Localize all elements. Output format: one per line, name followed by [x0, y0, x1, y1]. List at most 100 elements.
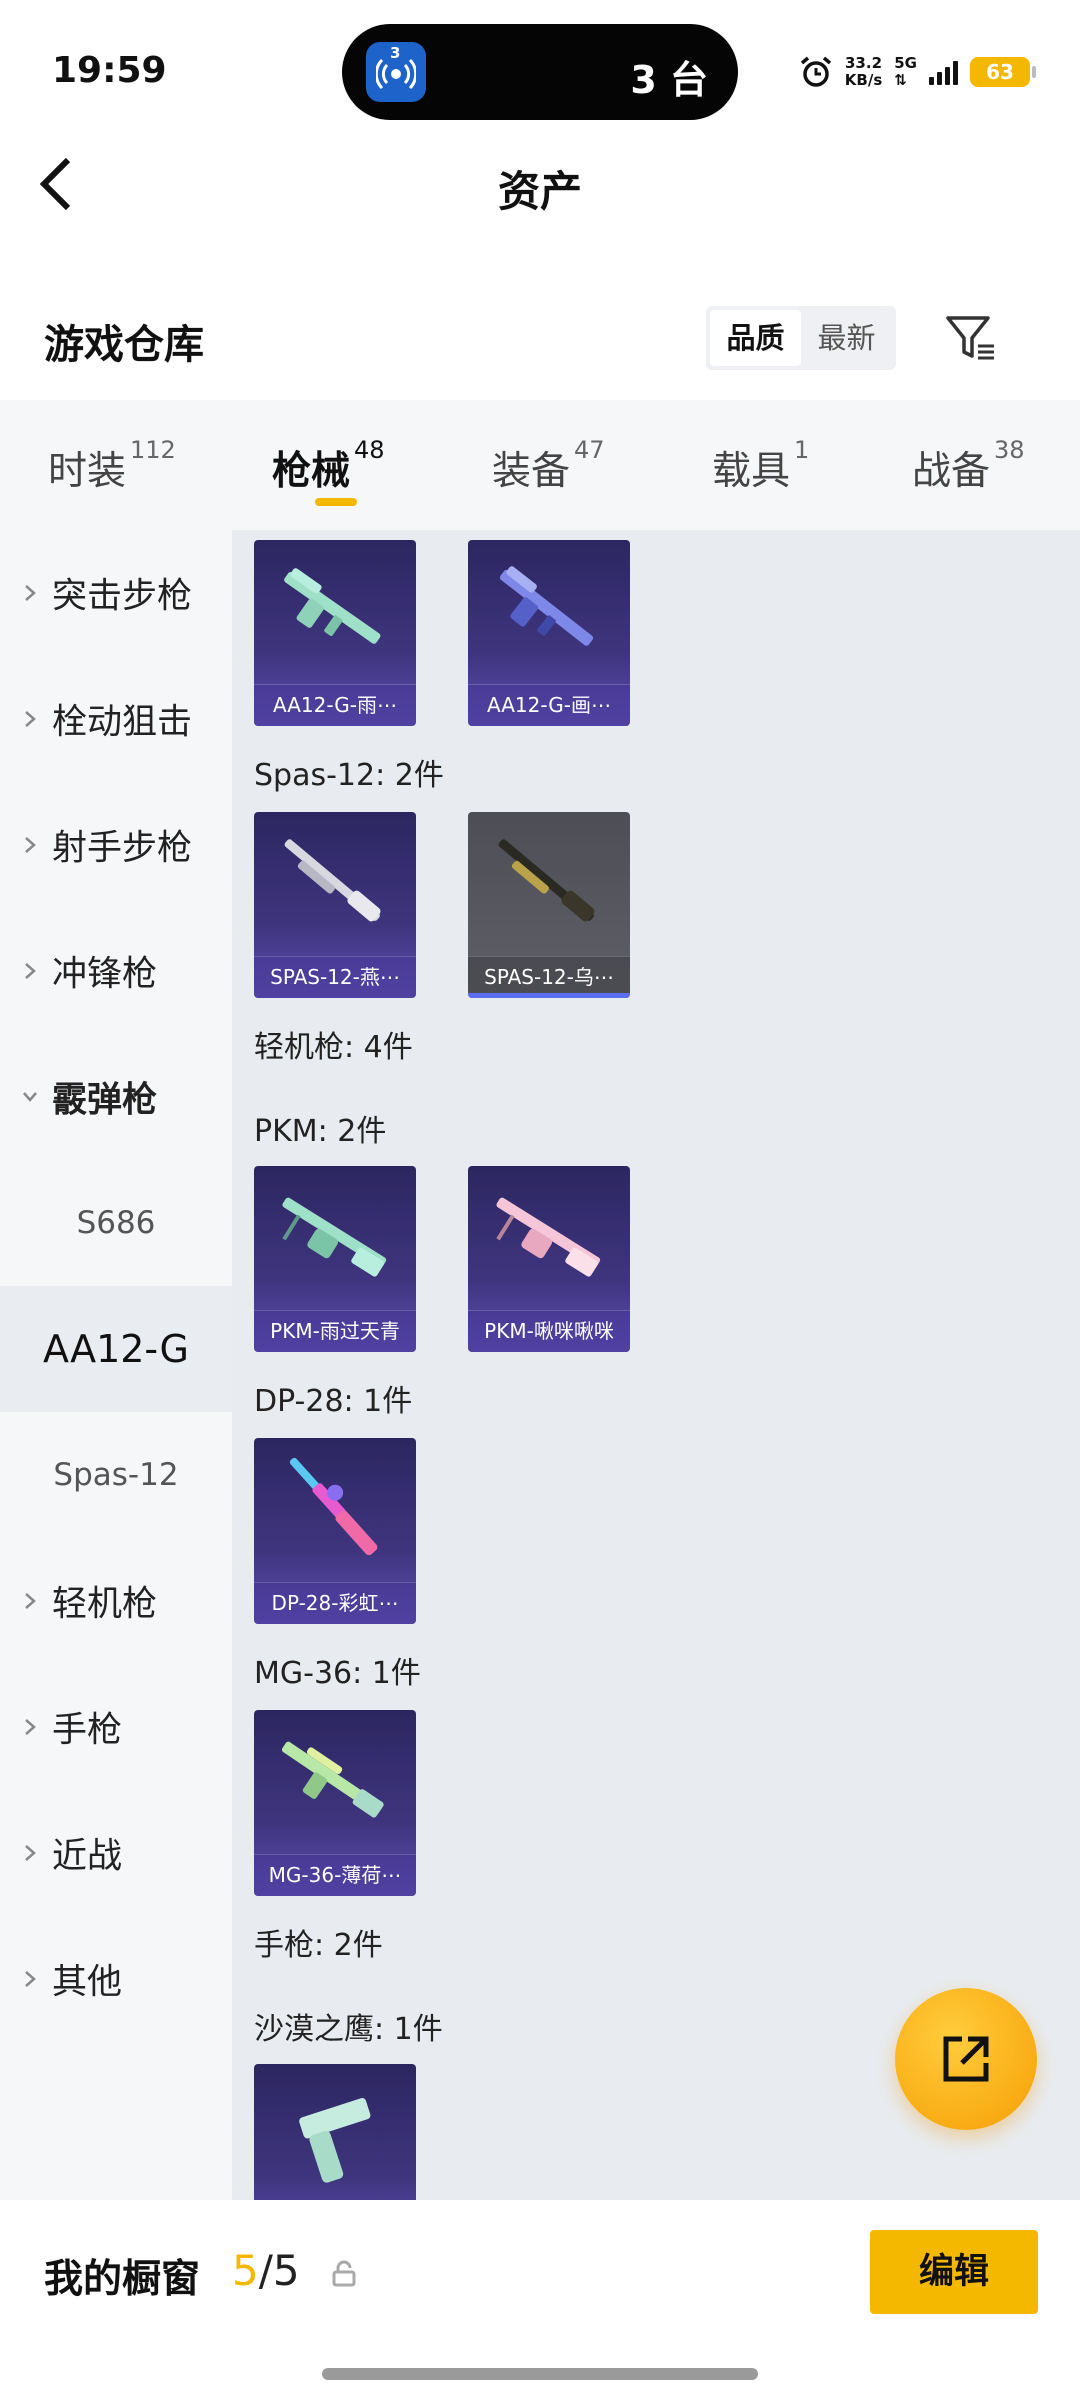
sidebar-item-label: 霰弹枪 [52, 1080, 158, 1121]
network-speed-value: 33.2 [845, 54, 883, 72]
sidebar-item-label: 近战 [52, 1836, 123, 1877]
tab-label: 枪械 [272, 449, 351, 494]
tab-supplies[interactable]: 战备 38 [912, 436, 1025, 496]
tab-count: 48 [354, 436, 385, 464]
warehouse-title: 游戏仓库 [44, 322, 204, 368]
alarm-icon [800, 56, 831, 87]
lock-icon [332, 2260, 356, 2287]
chevron-right-icon [25, 1593, 36, 1609]
item-card[interactable]: AA12-G-画⋯ [468, 540, 630, 726]
island-text: 3 台 [630, 58, 708, 102]
showcase-count-separator: / [258, 2246, 273, 2295]
showcase-label: 我的橱窗 [44, 2257, 201, 2302]
item-card[interactable]: PKM-雨过天青 [254, 1166, 416, 1352]
sidebar-item-assault-rifle[interactable]: 突击步枪 [0, 530, 232, 656]
chevron-right-icon [25, 963, 36, 979]
sidebar-item-label: 冲锋枪 [52, 954, 158, 995]
item-label: AA12-G-画⋯ [468, 684, 630, 726]
chevron-right-icon [25, 585, 36, 601]
sidebar-item-bolt-sniper[interactable]: 栓动狙击 [0, 656, 232, 782]
item-card[interactable]: SPAS-12-燕⋯ [254, 812, 416, 998]
sidebar-item-label: 其他 [52, 1962, 123, 2003]
sidebar-item-smg[interactable]: 冲锋枪 [0, 908, 232, 1034]
filter-button[interactable] [940, 308, 1000, 368]
edit-button[interactable]: 编辑 [870, 2230, 1038, 2314]
sidebar-item-label: 手枪 [52, 1710, 123, 1751]
tab-label: 装备 [492, 449, 571, 494]
machinegun-pink-icon [496, 1197, 601, 1277]
shotgun-mint-icon [284, 568, 381, 644]
tab-label: 战备 [912, 449, 991, 494]
active-tab-indicator [315, 498, 357, 506]
tab-count: 47 [574, 436, 605, 464]
sidebar-item-label: AA12-G [43, 1327, 189, 1371]
showcase-count-current: 5 [232, 2246, 259, 2295]
item-card[interactable]: SPAS-12-乌⋯ [468, 812, 630, 998]
chevron-right-icon [25, 1971, 36, 1987]
group-title-spas12: Spas-12: 2件 [254, 758, 444, 793]
group-title-lmg: 轻机枪: 4件 [254, 1030, 413, 1065]
category-tabs: 时装 112 枪械 48 装备 47 载具 1 战备 38 [0, 400, 1080, 530]
tab-count: 1 [794, 436, 810, 464]
sidebar-item-other[interactable]: 其他 [0, 1916, 232, 2042]
shotgun-white-icon [284, 839, 381, 922]
showcase-count: 5/5 [232, 2246, 300, 2295]
item-label: AA12-G-雨⋯ [254, 684, 416, 726]
sidebar-item-lmg[interactable]: 轻机枪 [0, 1538, 232, 1664]
sort-quality-option[interactable]: 品质 [710, 310, 801, 366]
item-card[interactable]: MG-36-薄荷⋯ [254, 1710, 416, 1896]
bottom-bar: 我的橱窗 5/5 编辑 [0, 2200, 1080, 2400]
chevron-right-icon [25, 837, 36, 853]
item-card[interactable]: DP-28-彩虹⋯ [254, 1438, 416, 1624]
sidebar-item-label: 射手步枪 [52, 828, 193, 869]
status-time: 19:59 [52, 50, 167, 91]
sidebar-subitem-aa12g[interactable]: AA12-G [0, 1286, 232, 1412]
sidebar-subitem-s686[interactable]: S686 [0, 1160, 232, 1286]
sidebar-item-shotgun[interactable]: 霰弹枪 [0, 1034, 232, 1160]
group-title-pkm: PKM: 2件 [254, 1114, 387, 1149]
network-speed-unit: KB/s [844, 71, 883, 89]
showcase-count-max: 5 [272, 2246, 300, 2295]
rifle-rainbow-icon [289, 1457, 378, 1556]
share-button[interactable] [895, 1988, 1037, 2130]
item-card[interactable]: PKM-啾咪啾咪 [468, 1166, 630, 1352]
tab-fashion[interactable]: 时装 112 [48, 436, 176, 496]
signal-icon [929, 59, 958, 85]
tab-label: 时装 [48, 449, 127, 494]
broadcast-app-icon: 3 [366, 42, 426, 102]
sidebar-item-pistol[interactable]: 手枪 [0, 1664, 232, 1790]
sidebar-subitem-spas12[interactable]: Spas-12 [0, 1412, 232, 1538]
tab-label: 载具 [712, 449, 791, 494]
sidebar-item-label: 栓动狙击 [52, 702, 193, 743]
tab-firearms[interactable]: 枪械 48 [272, 436, 385, 496]
home-indicator[interactable] [322, 2368, 758, 2380]
status-bar: 19:59 3 3 台 33.2 KB/s 5G ⇅ 63 [0, 0, 1080, 140]
page-title: 资产 [497, 167, 582, 216]
pistol-mint-icon [299, 2098, 371, 2183]
item-label: PKM-啾咪啾咪 [468, 1310, 630, 1352]
data-arrows-icon: ⇅ [894, 71, 907, 89]
chevron-right-icon [25, 1845, 36, 1861]
sort-newest-option[interactable]: 最新 [801, 310, 892, 366]
sidebar-item-marksman-rifle[interactable]: 射手步枪 [0, 782, 232, 908]
item-label: SPAS-12-燕⋯ [254, 956, 416, 998]
dynamic-island[interactable]: 3 3 台 [342, 24, 738, 120]
tab-vehicles[interactable]: 载具 1 [712, 436, 809, 496]
network-speed: 33.2 KB/s [845, 55, 882, 89]
sidebar-item-label: Spas-12 [53, 1457, 179, 1493]
sidebar-item-label: 突击步枪 [52, 576, 193, 617]
item-label: DP-28-彩虹⋯ [254, 1582, 416, 1624]
item-label: PKM-雨过天青 [254, 1310, 416, 1352]
sidebar-item-melee[interactable]: 近战 [0, 1790, 232, 1916]
rifle-mint-icon [281, 1741, 384, 1818]
tab-equipment[interactable]: 装备 47 [492, 436, 605, 496]
weapon-category-sidebar: 突击步枪 栓动狙击 射手步枪 冲锋枪 霰弹枪 S686 AA12-G Spas-… [0, 530, 232, 2200]
item-grid: AA12-G-雨⋯ AA12-G-画⋯ Spas-12: 2件 SPAS-12-… [232, 530, 1080, 2200]
tab-count: 112 [130, 436, 176, 464]
item-card[interactable] [254, 2064, 416, 2200]
group-title-desert-eagle: 沙漠之鹰: 1件 [254, 2012, 443, 2047]
sidebar-item-label: S686 [76, 1205, 156, 1241]
share-icon [943, 2036, 989, 2082]
item-card[interactable]: AA12-G-雨⋯ [254, 540, 416, 726]
group-title-pistol: 手枪: 2件 [254, 1928, 383, 1963]
